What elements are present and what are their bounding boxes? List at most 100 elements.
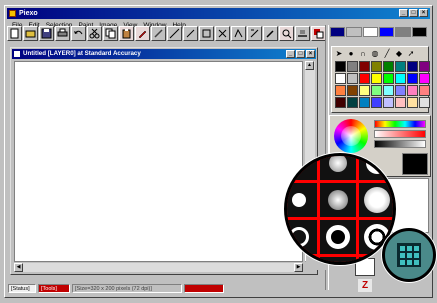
color-toolbar: [330, 27, 427, 37]
drawing-canvas[interactable]: [14, 61, 303, 262]
app-icon: [9, 10, 16, 17]
maximize-button[interactable]: □: [409, 9, 418, 17]
hue-slider[interactable]: [374, 120, 426, 128]
current-color-swatch[interactable]: [402, 153, 428, 175]
color-chip-darkgray[interactable]: [395, 27, 411, 37]
palette-swatch[interactable]: [419, 73, 430, 84]
palette-swatch[interactable]: [371, 61, 382, 72]
horizontal-scrollbar[interactable]: ◀ ▶: [14, 263, 303, 272]
text-icon[interactable]: [231, 26, 246, 41]
palette-swatch[interactable]: [407, 97, 418, 108]
print-icon[interactable]: [55, 26, 70, 41]
dot-tool-icon[interactable]: ●: [346, 49, 356, 58]
scroll-up-button[interactable]: ▲: [305, 61, 314, 70]
palette-swatch[interactable]: [383, 97, 394, 108]
scroll-left-button[interactable]: ◀: [14, 263, 23, 272]
eyedropper-icon[interactable]: [263, 26, 278, 41]
mini-magnifier-callout: [382, 228, 436, 282]
status-segment-extra: [184, 284, 224, 293]
palette-swatch[interactable]: [419, 97, 430, 108]
palette-swatch[interactable]: [335, 61, 346, 72]
color-chip-black[interactable]: [411, 27, 427, 37]
diamond-tool-icon[interactable]: ◆: [394, 49, 404, 58]
palette-swatch[interactable]: [383, 61, 394, 72]
palette-swatch[interactable]: [407, 73, 418, 84]
palette-swatch[interactable]: [407, 61, 418, 72]
window-controls: _ □ ×: [399, 9, 428, 17]
cut-icon[interactable]: [87, 26, 102, 41]
palette-swatch[interactable]: [383, 85, 394, 96]
color-chip-gray[interactable]: [346, 27, 362, 37]
tools-palette-panel: ➤ ● ∩ ◍ ╱ ◆ ➚: [331, 46, 430, 113]
doc-close-button[interactable]: ×: [306, 50, 315, 58]
close-button[interactable]: ×: [419, 9, 428, 17]
palette-swatch[interactable]: [359, 85, 370, 96]
brush-preview: [359, 183, 393, 217]
palette-swatch[interactable]: [395, 73, 406, 84]
palette-swatch[interactable]: [347, 61, 358, 72]
palette-swatch[interactable]: [371, 73, 382, 84]
polygon-icon[interactable]: [199, 26, 214, 41]
palette-swatch[interactable]: [383, 73, 394, 84]
doc-minimize-button[interactable]: _: [286, 50, 295, 58]
document-window-controls: _ □ ×: [286, 50, 315, 58]
palette-swatch[interactable]: [371, 85, 382, 96]
save-icon[interactable]: [39, 26, 54, 41]
brightness-slider[interactable]: [374, 140, 426, 148]
copy-icon[interactable]: [103, 26, 118, 41]
document-icon: [14, 51, 20, 57]
status-segment-status: [Status]: [8, 284, 36, 293]
palette-swatch[interactable]: [359, 97, 370, 108]
doc-maximize-button[interactable]: □: [296, 50, 305, 58]
brush-preview: [287, 220, 317, 254]
app-titlebar[interactable]: Piexo _ □ ×: [7, 8, 430, 19]
palette-swatch[interactable]: [395, 85, 406, 96]
color-chip-navy[interactable]: [330, 27, 346, 37]
app-screen: Piexo _ □ × File Edit Selection Paint Im…: [0, 0, 437, 303]
rectangle-icon[interactable]: [183, 26, 198, 41]
saturation-slider[interactable]: [374, 130, 426, 138]
stamp-icon[interactable]: [295, 26, 310, 41]
eyedropper-tool-icon[interactable]: ╱: [382, 49, 392, 58]
brush-icon[interactable]: [151, 26, 166, 41]
palette-swatch[interactable]: [347, 73, 358, 84]
palette-swatch[interactable]: [347, 97, 358, 108]
palette-swatch[interactable]: [359, 61, 370, 72]
palette-swatch[interactable]: [335, 97, 346, 108]
arrow-tool-icon[interactable]: ➤: [334, 49, 344, 58]
palette-swatch[interactable]: [359, 73, 370, 84]
line-icon[interactable]: [167, 26, 182, 41]
z-indicator: Z: [358, 279, 372, 292]
color-chip-white[interactable]: [362, 27, 378, 37]
color-swap-icon[interactable]: [311, 26, 326, 41]
scroll-right-button[interactable]: ▶: [294, 263, 303, 272]
bucket-tool-icon[interactable]: ◍: [370, 49, 380, 58]
palette-swatch[interactable]: [407, 85, 418, 96]
brush-preview: [287, 156, 317, 180]
palette-swatch[interactable]: [395, 61, 406, 72]
palette-swatch[interactable]: [347, 85, 358, 96]
color-wheel[interactable]: [334, 119, 368, 153]
palette-swatch[interactable]: [335, 73, 346, 84]
document-titlebar[interactable]: Untitled [LAYER0] at Standard Accuracy _…: [12, 49, 316, 59]
new-icon[interactable]: [7, 26, 22, 41]
palette-swatch[interactable]: [335, 85, 346, 96]
paste-icon[interactable]: [119, 26, 134, 41]
palette-swatch[interactable]: [371, 97, 382, 108]
minimize-button[interactable]: _: [399, 9, 408, 17]
status-segment-tools: [Tools]: [38, 284, 70, 293]
ellipse-icon[interactable]: [215, 26, 230, 41]
lasso-tool-icon[interactable]: ∩: [358, 49, 368, 58]
pencil-icon[interactable]: [135, 26, 150, 41]
color-chip-blue[interactable]: [378, 27, 395, 37]
undo-icon[interactable]: [71, 26, 86, 41]
status-segment-size: [Size=320 x 200 pixels (72 dpi)]: [72, 284, 182, 293]
fill-icon[interactable]: [247, 26, 262, 41]
document-title: Untitled [LAYER0] at Standard Accuracy: [23, 50, 141, 57]
cursor-tool-icon[interactable]: ➚: [406, 49, 416, 58]
palette-swatch[interactable]: [395, 97, 406, 108]
zoom-icon[interactable]: [279, 26, 294, 41]
palette-swatch[interactable]: [419, 85, 430, 96]
palette-swatch[interactable]: [419, 61, 430, 72]
open-icon[interactable]: [23, 26, 38, 41]
